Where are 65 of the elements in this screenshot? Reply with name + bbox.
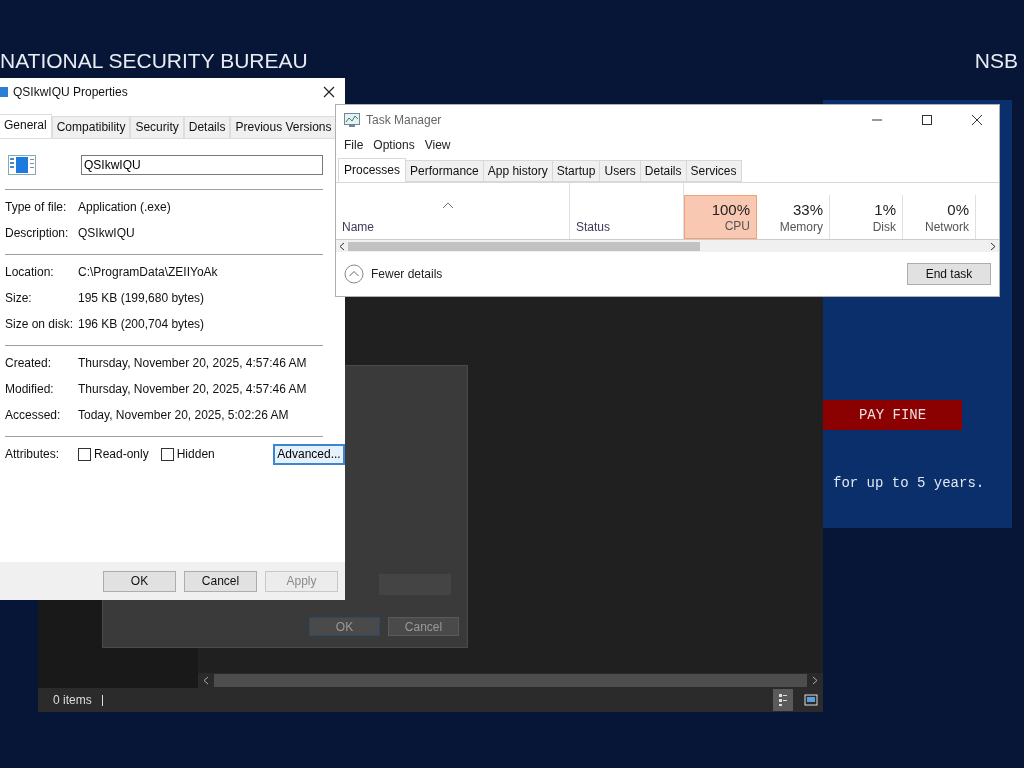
tab[interactable]: Performance <box>406 160 484 182</box>
menu-item[interactable]: View <box>420 138 457 152</box>
pay-fine-button[interactable]: PAY FINE <box>823 400 962 430</box>
scroll-right-icon[interactable] <box>812 676 818 685</box>
field-label: Accessed: <box>5 408 62 422</box>
field-label: Modified: <box>5 382 55 396</box>
fewer-details-button[interactable]: Fewer details <box>344 264 443 284</box>
banner-label: NSB <box>974 49 1018 73</box>
tab[interactable]: Details <box>640 160 687 182</box>
notice-text: for up to 5 years. <box>833 475 985 491</box>
field-value: Today, November 20, 2025, 5:02:26 AM <box>78 408 289 422</box>
tab[interactable]: Previous Versions <box>230 116 337 138</box>
dialog-button[interactable]: Cancel <box>184 570 257 592</box>
end-task-button[interactable]: End task <box>907 263 991 285</box>
close-icon[interactable] <box>971 114 983 126</box>
tab[interactable]: Details <box>183 116 231 138</box>
scroll-left-icon[interactable] <box>339 241 345 251</box>
tab[interactable]: Users <box>600 160 641 182</box>
application-icon <box>8 155 36 175</box>
field-value: 196 KB (200,704 bytes) <box>78 317 205 331</box>
collapse-icon <box>344 264 364 284</box>
field-label: Size on disk: <box>5 317 75 331</box>
dialog-button[interactable]: OK <box>103 570 176 592</box>
field-value: 195 KB (199,680 bytes) <box>78 291 205 305</box>
scroll-right-icon[interactable] <box>990 241 996 251</box>
field-value: Thursday, November 20, 2025, 4:57:46 AM <box>78 382 307 396</box>
details-view-icon <box>778 693 788 707</box>
menu-item[interactable]: Options <box>369 138 421 152</box>
window-title: Task Manager <box>366 113 442 127</box>
file-name-field[interactable]: QSIkwIQU <box>81 155 323 175</box>
field-value: C:\ProgramData\ZEIIYoAk <box>78 265 218 279</box>
tab[interactable]: Compatibility <box>51 116 131 138</box>
details-view-button[interactable] <box>773 689 793 711</box>
scroll-left-icon[interactable] <box>203 676 209 685</box>
window-icon <box>0 86 8 98</box>
field-value: Application (.exe) <box>78 200 171 214</box>
field-label: Created: <box>5 356 53 370</box>
field-label: Description: <box>5 226 70 240</box>
horizontal-scrollbar[interactable] <box>336 239 999 252</box>
tab[interactable]: Processes <box>338 158 407 182</box>
advanced-button[interactable]: Advanced... <box>273 443 345 465</box>
item-count: 0 items <box>53 693 92 707</box>
sort-caret-icon <box>442 201 454 209</box>
maximize-icon[interactable] <box>921 114 933 126</box>
horizontal-scrollbar[interactable] <box>198 673 823 688</box>
tiles-view-icon <box>804 694 818 706</box>
tab[interactable]: Startup <box>552 160 601 182</box>
window-title: QSIkwIQU Properties <box>13 85 128 99</box>
tab[interactable]: App history <box>483 160 553 182</box>
task-manager-icon <box>344 113 360 127</box>
column-header[interactable]: 100% CPU <box>684 195 757 239</box>
attribute-checkbox[interactable]: Read-only <box>78 447 149 461</box>
field-label: Location: <box>5 265 55 279</box>
tab[interactable]: Services <box>686 160 742 182</box>
field-label: Size: <box>5 291 33 305</box>
field-value: QSIkwIQU <box>78 226 135 240</box>
tab[interactable]: General <box>0 114 52 138</box>
banner-title: NATIONAL SECURITY BUREAU <box>0 49 308 73</box>
field-label: Type of file: <box>5 200 68 214</box>
field-value: Thursday, November 20, 2025, 4:57:46 AM <box>78 356 307 370</box>
close-icon[interactable] <box>323 86 335 98</box>
field-label: Attributes: <box>5 447 61 461</box>
menu-item[interactable]: File <box>340 138 370 152</box>
attribute-checkbox[interactable]: Hidden <box>160 447 215 461</box>
tab[interactable]: Security <box>130 116 184 138</box>
